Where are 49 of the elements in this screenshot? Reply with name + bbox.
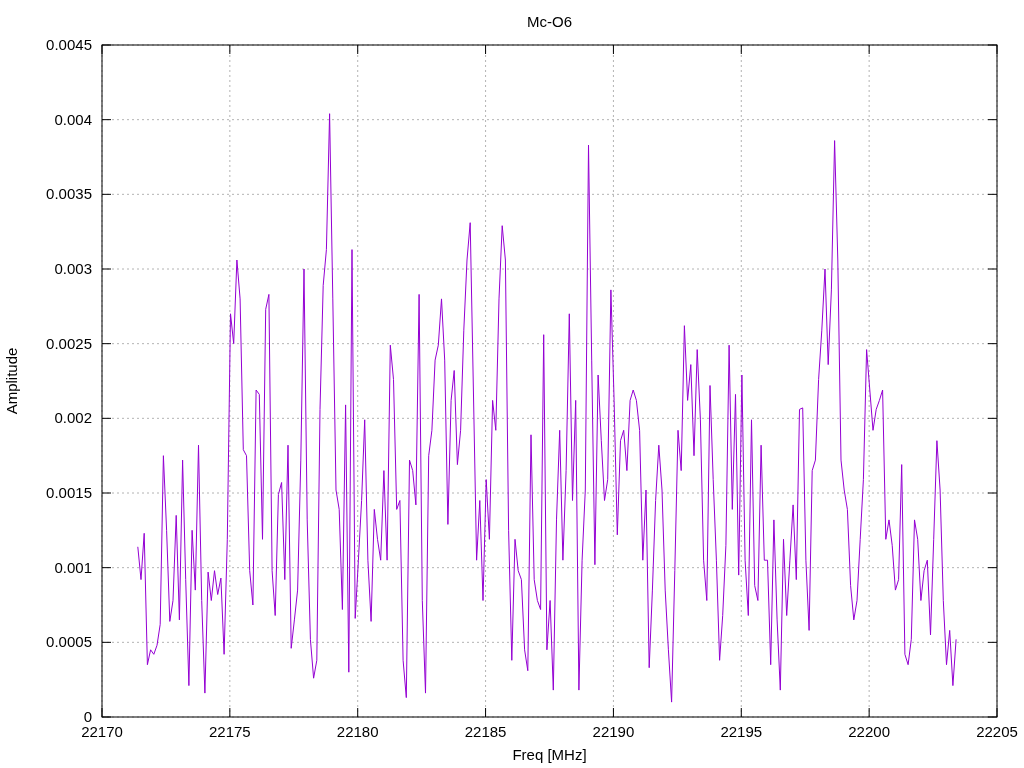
tick-label: 22195 [720,723,763,740]
tick-mark [987,193,998,195]
tick-label: 0.002 [54,409,92,427]
tick-label: 22190 [592,723,635,740]
tick-mark [612,44,614,55]
tick-label: 22185 [464,723,507,740]
chart-title: Mc-O6 [527,13,572,30]
tick-label: 22175 [209,723,251,740]
tick-mark [987,417,998,419]
tick-label: 0.0045 [46,36,92,53]
tick-label: 0.0025 [46,334,92,352]
tick-label: 0.0005 [46,633,92,651]
tick-mark [987,343,998,345]
x-axis-label: Freq [MHz] [512,746,587,763]
tick-mark [987,641,998,643]
tick-mark [101,268,112,270]
tick-mark [987,492,998,494]
tick-label: 0.001 [54,558,92,576]
tick-mark [357,44,359,55]
tick-mark [101,119,112,121]
tick-mark [485,707,487,718]
tick-mark [987,268,998,270]
tick-mark [868,44,870,55]
tick-mark [740,707,742,718]
tick-mark [357,707,359,718]
tick-label: 22180 [336,723,379,740]
tick-mark [740,44,742,55]
tick-mark [987,567,998,569]
tick-mark [229,44,231,55]
tick-mark [101,343,112,345]
tick-label: 0.0035 [46,185,92,203]
tick-label: 0.0015 [46,484,92,501]
tick-mark [101,193,112,195]
tick-mark [101,417,112,419]
tick-mark [101,567,112,569]
tick-label: 0 [83,708,92,725]
tick-label: 0.003 [54,260,92,277]
tick-label: 22170 [81,723,123,740]
tick-mark [612,707,614,718]
tick-mark [485,44,487,55]
tick-mark [987,119,998,121]
tick-label: 22200 [848,723,890,740]
tick-mark [229,707,231,718]
tick-label: 0.004 [54,110,92,128]
tick-label: 22205 [976,723,1018,740]
tick-mark [101,492,112,494]
tick-mark [868,707,870,718]
tick-mark [101,641,112,643]
y-axis-label: Amplitude [3,347,20,415]
